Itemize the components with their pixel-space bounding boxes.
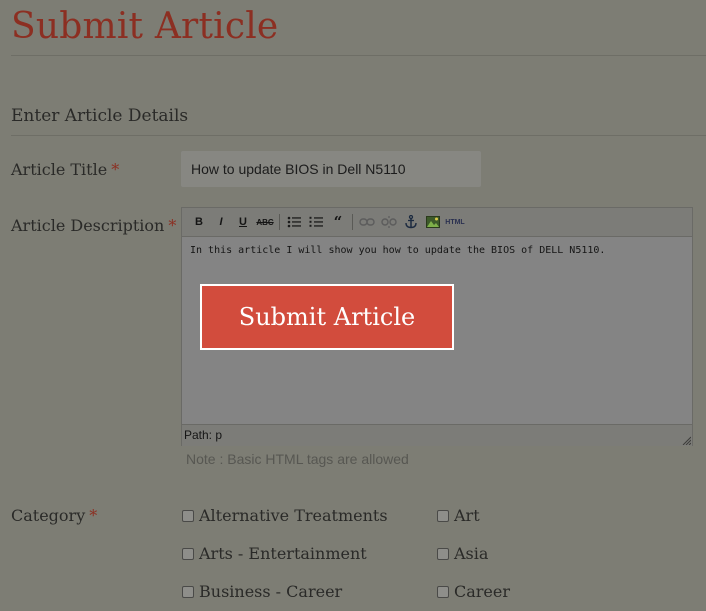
article-title-label: Article Title * xyxy=(11,160,119,179)
category-option-label: Alternative Treatments xyxy=(199,506,388,525)
checkbox[interactable] xyxy=(182,547,194,560)
resize-handle-icon[interactable] xyxy=(681,435,691,445)
anchor-icon xyxy=(405,215,417,229)
section-divider xyxy=(11,135,706,136)
editor-toolbar: B I U ABC “ HTML xyxy=(182,208,692,237)
category-option-label: Business - Career xyxy=(199,582,343,601)
article-title-label-text: Article Title xyxy=(11,160,108,179)
article-description-label: Article Description * xyxy=(11,216,176,235)
category-option-label: Career xyxy=(454,582,511,601)
html-note: Note : Basic HTML tags are allowed xyxy=(186,451,409,467)
unlink-icon xyxy=(381,216,397,228)
bold-button[interactable]: B xyxy=(188,212,210,232)
toolbar-separator xyxy=(352,214,353,230)
checkbox[interactable] xyxy=(182,585,194,598)
strikethrough-button[interactable]: ABC xyxy=(254,212,276,232)
category-checkbox-item[interactable]: Art xyxy=(437,506,480,525)
category-option-label: Asia xyxy=(454,544,489,563)
required-asterisk: * xyxy=(168,216,177,235)
numbered-list-button[interactable] xyxy=(305,212,327,232)
insert-link-button[interactable] xyxy=(356,212,378,232)
editor-path: Path: p xyxy=(184,428,223,442)
quote-icon: “ xyxy=(333,213,343,231)
category-label: Category * xyxy=(11,506,97,525)
title-divider xyxy=(11,55,706,56)
checkbox[interactable] xyxy=(182,509,194,522)
image-icon xyxy=(426,216,440,228)
unlink-button[interactable] xyxy=(378,212,400,232)
category-checkbox-item[interactable]: Alternative Treatments xyxy=(182,506,388,525)
bullet-list-icon xyxy=(287,216,301,228)
category-checkbox-item[interactable]: Business - Career xyxy=(182,582,342,601)
checkbox[interactable] xyxy=(437,547,449,560)
category-checkbox-item[interactable]: Asia xyxy=(437,544,488,563)
category-checkbox-item[interactable]: Career xyxy=(437,582,510,601)
checkbox[interactable] xyxy=(437,585,449,598)
editor-statusbar: Path: p xyxy=(182,424,692,446)
html-source-button[interactable]: HTML xyxy=(444,212,466,232)
category-label-text: Category xyxy=(11,506,86,525)
blockquote-button[interactable]: “ xyxy=(327,212,349,232)
article-description-label-text: Article Description xyxy=(11,216,165,235)
category-checkbox-item[interactable]: Arts - Entertainment xyxy=(182,544,367,563)
toolbar-separator xyxy=(279,214,280,230)
anchor-button[interactable] xyxy=(400,212,422,232)
insert-image-button[interactable] xyxy=(422,212,444,232)
checkbox[interactable] xyxy=(437,509,449,522)
page-title: Submit Article xyxy=(11,6,279,47)
bullet-list-button[interactable] xyxy=(283,212,305,232)
required-asterisk: * xyxy=(111,160,120,179)
section-heading: Enter Article Details xyxy=(11,106,189,126)
required-asterisk: * xyxy=(89,506,98,525)
category-option-label: Arts - Entertainment xyxy=(199,544,367,563)
article-title-input[interactable] xyxy=(181,151,481,187)
link-icon xyxy=(359,218,375,226)
italic-button[interactable]: I xyxy=(210,212,232,232)
numbered-list-icon xyxy=(309,216,323,227)
submit-article-button[interactable]: Submit Article xyxy=(200,284,454,350)
underline-button[interactable]: U xyxy=(232,212,254,232)
category-option-label: Art xyxy=(454,506,480,525)
